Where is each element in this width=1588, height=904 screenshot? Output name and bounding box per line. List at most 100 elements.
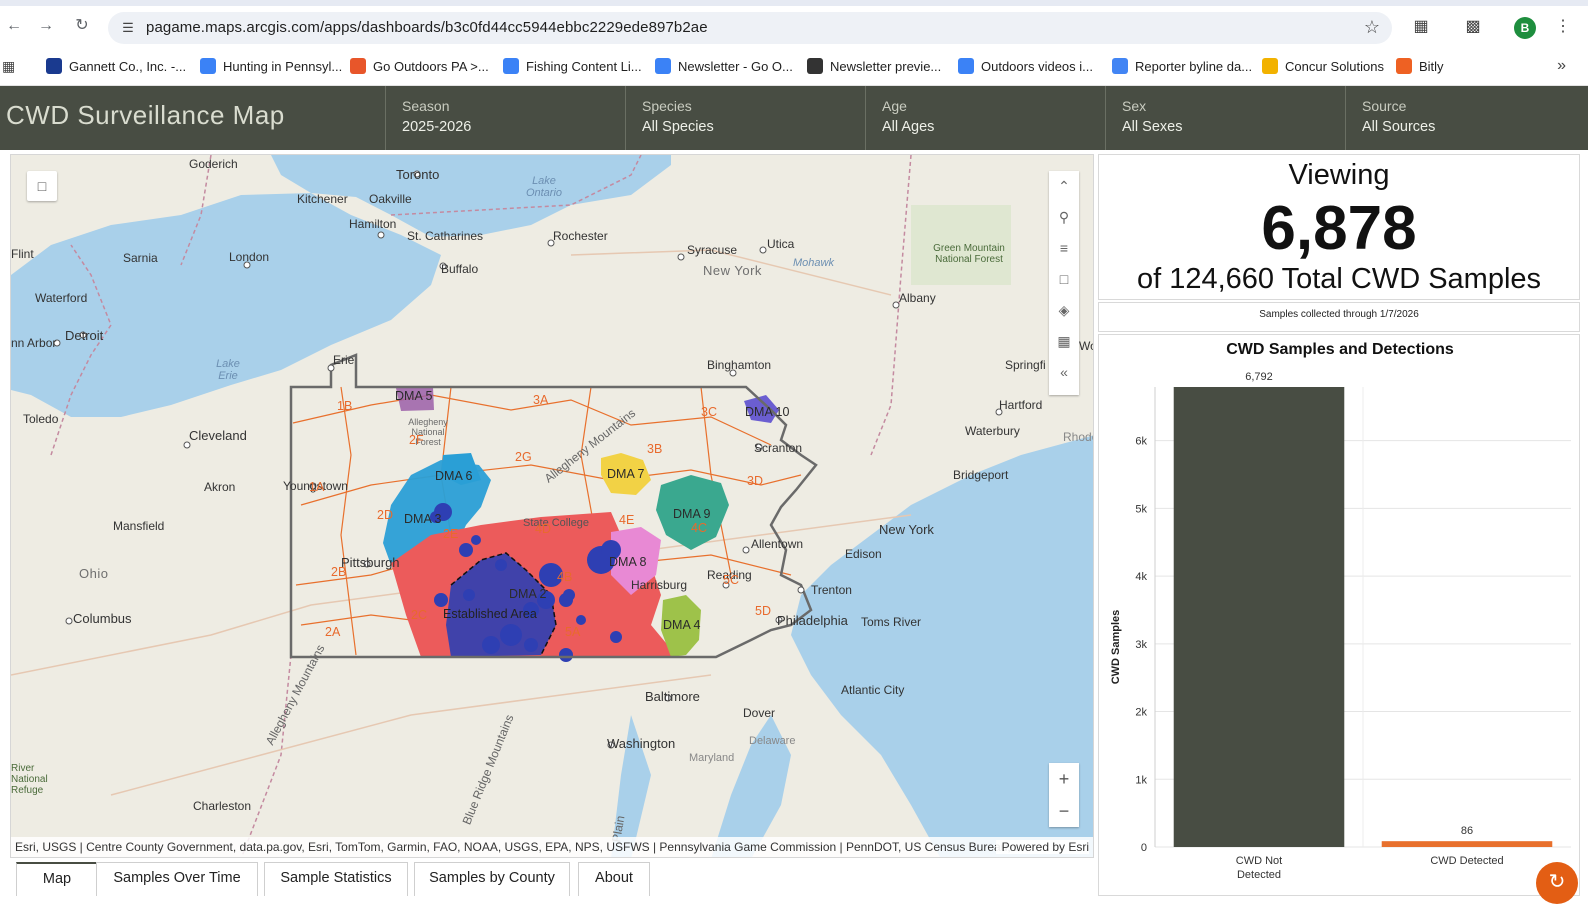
wmu-label: 3B xyxy=(647,442,663,456)
map-label: New York xyxy=(703,263,762,278)
bookmark-favicon-icon xyxy=(1112,58,1128,74)
bookmark-item[interactable]: Go Outdoors PA >... xyxy=(350,57,489,77)
bookmark-favicon-icon xyxy=(958,58,974,74)
map-label: Toms River xyxy=(861,615,922,629)
bookmark-label: Bitly xyxy=(1419,59,1444,74)
tab-samples-over-time[interactable]: Samples Over Time xyxy=(96,862,258,896)
selection-tool-icon[interactable]: □ xyxy=(27,171,57,201)
extensions-icon[interactable]: ▦ xyxy=(1410,16,1432,38)
filter-source[interactable]: Source All Sources xyxy=(1345,86,1588,150)
map-label: Mohawk xyxy=(793,257,834,269)
wmu-label: 5A xyxy=(565,625,581,639)
filter-value[interactable]: All Species xyxy=(642,119,865,135)
site-info-icon[interactable]: ☰ xyxy=(118,18,138,38)
wmu-label: 2A xyxy=(325,625,341,639)
bookmark-item[interactable]: Newsletter previe... xyxy=(807,57,941,77)
dma-label: DMA 8 xyxy=(609,555,647,569)
tab-samples-by-county[interactable]: Samples by County xyxy=(414,862,570,896)
bookmarks-bar: ▦ Gannett Co., Inc. -... Hunting in Penns… xyxy=(0,48,1588,86)
tab-about[interactable]: About xyxy=(578,862,650,896)
filter-species[interactable]: Species All Species xyxy=(625,86,865,150)
reload-icon[interactable]: ↻ xyxy=(72,16,92,36)
menu-dots-icon[interactable]: ⋮ xyxy=(1552,16,1574,38)
filter-age[interactable]: Age All Ages xyxy=(865,86,1105,150)
map-label: Dover xyxy=(743,706,776,720)
layers-icon[interactable]: ◈ xyxy=(1049,295,1079,326)
cast-icon[interactable]: ▩ xyxy=(1462,16,1484,38)
more-bookmarks-icon[interactable]: » xyxy=(1557,57,1566,75)
refresh-icon[interactable]: ↻ xyxy=(1536,862,1578,904)
bookmark-label: Newsletter previe... xyxy=(830,59,942,74)
y-tick-label: 1k xyxy=(1135,774,1147,786)
bookmark-item[interactable]: Hunting in Pennsyl... xyxy=(200,57,342,77)
established-area-label: Established Area xyxy=(443,607,537,621)
avatar[interactable]: B xyxy=(1514,17,1536,39)
map-label: New York xyxy=(879,522,934,537)
collapse-up-icon[interactable]: ⌃ xyxy=(1049,171,1079,202)
wmu-label: 2G xyxy=(515,450,532,464)
tab-map[interactable]: Map xyxy=(16,862,98,896)
bookmark-icon[interactable]: □ xyxy=(1049,264,1079,295)
bookmark-item[interactable]: Fishing Content Li... xyxy=(503,57,642,77)
address-bar[interactable]: ☰ pagame.maps.arcgis.com/apps/dashboards… xyxy=(108,12,1392,44)
filter-value[interactable]: All Sources xyxy=(1362,119,1588,135)
filter-value[interactable]: All Ages xyxy=(882,119,1105,135)
y-tick-label: 3k xyxy=(1135,639,1147,651)
filter-value[interactable]: All Sexes xyxy=(1122,119,1345,135)
map-label: Maryland xyxy=(689,752,735,764)
zoom-in-icon[interactable]: + xyxy=(1049,763,1079,795)
wmu-label: 5C xyxy=(723,573,739,587)
map-label: Kitchener xyxy=(297,192,348,206)
filter-value[interactable]: 2025-2026 xyxy=(402,119,625,135)
browser-toolbar: ← → ↻ ☰ pagame.maps.arcgis.com/apps/dash… xyxy=(0,0,1588,48)
dma-label: DMA 9 xyxy=(673,507,711,521)
wmu-label: 2E xyxy=(443,527,459,541)
bookmark-item[interactable]: Bitly xyxy=(1396,57,1444,77)
powered-by-esri[interactable]: Powered by Esri xyxy=(995,840,1089,854)
map-label: Sarnia xyxy=(123,251,158,265)
zoom-control: + − xyxy=(1049,763,1079,827)
map-label: Harrisburg xyxy=(631,578,688,592)
map-label: River National Refuge xyxy=(11,763,48,796)
map-label: Delaware xyxy=(749,735,796,747)
map-attribution[interactable]: Esri, USGS | Centre County Government, d… xyxy=(11,837,1093,857)
map-label: nn Arbor xyxy=(11,336,57,350)
samples-indicator: Viewing 6,878 of 124,660 Total CWD Sampl… xyxy=(1098,154,1580,300)
map-view[interactable]: Goderich Toronto Kitchener Oakville Hami… xyxy=(10,154,1094,858)
tab-sample-statistics[interactable]: Sample Statistics xyxy=(264,862,408,896)
bookmark-item[interactable]: Newsletter - Go O... xyxy=(655,57,793,77)
legend-list-icon[interactable]: ≡ xyxy=(1049,233,1079,264)
map-label: Rhode xyxy=(1063,430,1093,444)
map-label: London xyxy=(229,250,270,264)
map-label: Rochester xyxy=(553,229,608,243)
wmu-label: 4D xyxy=(535,522,551,536)
filter-season[interactable]: Season 2025-2026 xyxy=(385,86,625,150)
bookmark-favicon-icon xyxy=(46,58,62,74)
collapse-left-icon[interactable]: « xyxy=(1049,357,1079,388)
bookmark-star-icon[interactable]: ☆ xyxy=(1364,17,1380,38)
wmu-label: 4B xyxy=(557,570,573,584)
map-label: Oakville xyxy=(369,192,412,206)
dma-label: DMA 4 xyxy=(663,618,701,632)
bookmark-label: Outdoors videos i... xyxy=(981,59,1093,74)
map-label: Green Mountain National Forest xyxy=(933,243,1005,265)
forward-arrow-icon[interactable]: → xyxy=(36,16,56,36)
map-label: Buffalo xyxy=(441,262,479,276)
bookmark-label: Go Outdoors PA >... xyxy=(373,59,489,74)
zoom-out-icon[interactable]: − xyxy=(1049,795,1079,827)
url-text[interactable]: pagame.maps.arcgis.com/apps/dashboards/b… xyxy=(146,19,708,36)
search-icon[interactable]: ⚲ xyxy=(1049,202,1079,233)
bookmark-item[interactable]: Outdoors videos i... xyxy=(958,57,1093,77)
bookmark-item[interactable]: Concur Solutions xyxy=(1262,57,1384,77)
map-label: Scranton xyxy=(754,441,803,455)
filter-sex[interactable]: Sex All Sexes xyxy=(1105,86,1345,150)
map-toolbar: ⌃ ⚲ ≡ □ ◈ ▦ « xyxy=(1049,171,1079,395)
map-label: Springfi xyxy=(1005,358,1046,372)
basemap-gallery-icon[interactable]: ▦ xyxy=(1049,326,1079,357)
apps-grid-icon[interactable]: ▦ xyxy=(2,58,18,74)
bookmark-item[interactable]: Reporter byline da... xyxy=(1112,57,1252,77)
bookmark-item[interactable]: Gannett Co., Inc. -... xyxy=(46,57,186,77)
back-arrow-icon[interactable]: ← xyxy=(4,16,24,36)
dma-label: DMA 2 xyxy=(509,587,547,601)
filter-label: Age xyxy=(882,98,907,114)
